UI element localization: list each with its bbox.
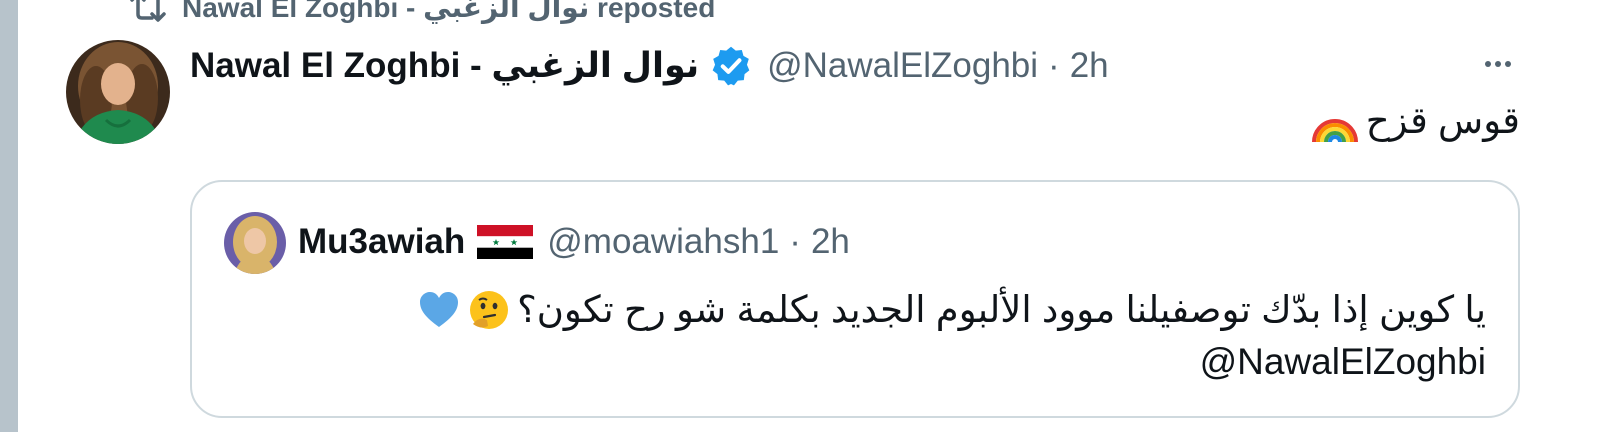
quoted-timestamp[interactable]: 2h	[811, 222, 850, 262]
separator-dot: ·	[1048, 46, 1060, 85]
repost-label: Nawal El Zoghbi - نوال الزغبي reposted	[182, 0, 716, 23]
quoted-text-line: @NawalElZoghbi	[226, 336, 1486, 388]
blue-heart-emoji	[420, 292, 459, 327]
repost-indicator[interactable]: Nawal El Zoghbi - نوال الزغبي reposted	[128, 0, 715, 24]
quoted-tweet-text: يا كوين إذا بدّك توصفيلنا موود الألبوم ا…	[226, 284, 1486, 388]
author-name[interactable]: Nawal El Zoghbi - نوال الزغبي	[190, 46, 699, 86]
author-avatar[interactable]	[66, 40, 170, 144]
more-options-icon[interactable]	[1476, 44, 1520, 84]
tweet-text: قوس قزح	[1310, 96, 1520, 144]
tweet-body: قوس قزح	[1365, 99, 1520, 141]
verified-badge-icon[interactable]	[709, 44, 753, 88]
quoted-text-line: يا كوين إذا بدّك توصفيلنا موود الألبوم ا…	[226, 284, 1486, 336]
quoted-tweet-header: Mu3awiah @moawiahsh1 · 2h	[298, 218, 850, 266]
quoted-author-handle[interactable]: @moawiahsh1	[547, 222, 779, 262]
timestamp[interactable]: 2h	[1070, 46, 1109, 86]
tweet-header: Nawal El Zoghbi - نوال الزغبي @NawalElZo…	[190, 42, 1109, 90]
quoted-tweet-card[interactable]: Mu3awiah @moawiahsh1 · 2h يا كوين إذا بد…	[190, 180, 1520, 418]
quoted-text-line1: يا كوين إذا بدّك توصفيلنا موود الألبوم ا…	[517, 289, 1486, 330]
separator-dot: ·	[789, 222, 801, 261]
quoted-author-name[interactable]: Mu3awiah	[298, 222, 465, 262]
thinking-face-emoji	[470, 291, 509, 329]
syria-flag-emoji	[477, 225, 534, 259]
rainbow-emoji	[1311, 119, 1358, 143]
author-handle[interactable]: @NawalElZoghbi	[767, 46, 1038, 86]
quoted-author-avatar[interactable]	[224, 212, 286, 274]
repost-icon	[130, 0, 166, 22]
quoted-mention[interactable]: @NawalElZoghbi	[1200, 336, 1486, 388]
timeline-left-border	[0, 0, 18, 432]
